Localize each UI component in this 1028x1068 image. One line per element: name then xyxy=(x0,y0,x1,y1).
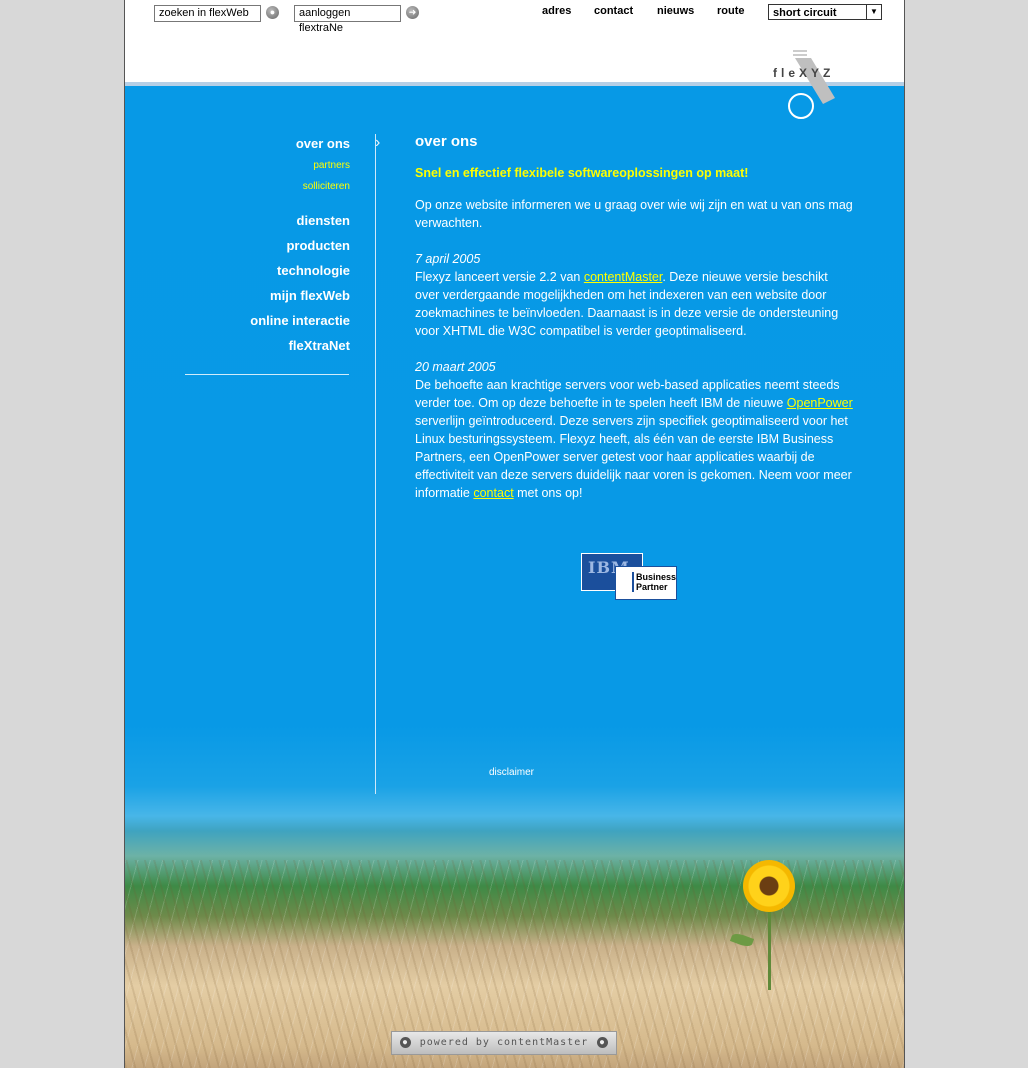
openpower-link[interactable]: OpenPower xyxy=(787,396,853,410)
powered-by-bar[interactable]: ● powered by contentMaster ● xyxy=(391,1031,617,1055)
logo-ring-icon xyxy=(788,93,814,119)
sunflower-image xyxy=(743,860,795,912)
article-body: Op onze website informeren we u graag ov… xyxy=(415,196,855,502)
cm-logo-icon-left: ● xyxy=(400,1037,411,1048)
news-date-2: 20 maart 2005 xyxy=(415,360,496,374)
news2-text-post: met ons op! xyxy=(513,486,583,500)
nav-item-partners[interactable]: partners xyxy=(313,160,350,171)
page-title: over ons xyxy=(415,133,478,150)
toplink-contact[interactable]: contact xyxy=(594,5,633,17)
nav-item-flextranet[interactable]: fleXtraNet xyxy=(289,338,350,353)
news-date-1: 7 april 2005 xyxy=(415,252,481,266)
nav-item-solliciteren[interactable]: solliciteren xyxy=(303,181,350,192)
nav-item-mijn-flexweb[interactable]: mijn flexWeb xyxy=(270,288,350,303)
cm-logo-icon-right: ● xyxy=(597,1037,608,1048)
news-paragraph-1: Flexyz lanceert versie 2.2 van contentMa… xyxy=(415,268,855,340)
quick-select-value: short circuit xyxy=(773,7,837,19)
toplink-route[interactable]: route xyxy=(717,5,745,17)
nav-item-over-ons[interactable]: over ons xyxy=(296,136,350,151)
logo-text: fleXYZ xyxy=(773,66,835,80)
intro-paragraph: Op onze website informeren we u graag ov… xyxy=(415,198,853,230)
nav-item-technologie[interactable]: technologie xyxy=(277,263,350,278)
toplink-adres[interactable]: adres xyxy=(542,5,571,17)
bp-line-1: Business xyxy=(636,572,677,582)
news1-text-pre: Flexyz lanceert versie 2.2 van xyxy=(415,270,584,284)
nav-item-diensten[interactable]: diensten xyxy=(297,213,350,228)
nav-separator xyxy=(185,374,349,375)
sunflower-stem xyxy=(768,910,771,990)
business-partner-badge: Business Partner xyxy=(615,566,677,600)
chevron-right-icon: › xyxy=(375,134,381,151)
page-subtitle: Snel en effectief flexibele softwareoplo… xyxy=(415,166,749,180)
page: zoeken in flexWeb ● aanloggen flextraNe … xyxy=(124,0,905,1068)
login-go-icon[interactable]: ➜ xyxy=(406,6,419,19)
contentmaster-link[interactable]: contentMaster xyxy=(584,270,663,284)
nav-item-online-interactie[interactable]: online interactie xyxy=(250,313,350,328)
quick-select[interactable]: short circuit ▼ xyxy=(768,4,882,20)
bp-line-2: Partner xyxy=(636,582,668,592)
nav-item-producten[interactable]: producten xyxy=(286,238,350,253)
login-input[interactable]: aanloggen flextraNe xyxy=(294,5,401,34)
disclaimer-link[interactable]: disclaimer xyxy=(489,767,534,778)
toplink-nieuws[interactable]: nieuws xyxy=(657,5,694,17)
search-go-icon[interactable]: ● xyxy=(266,6,279,19)
news2-text-pre: De behoefte aan krachtige servers voor w… xyxy=(415,378,840,410)
nav-divider xyxy=(375,134,376,794)
powered-by-text: powered by contentMaster xyxy=(419,1037,589,1048)
search-input[interactable]: zoeken in flexWeb xyxy=(154,5,261,22)
news-paragraph-2: De behoefte aan krachtige servers voor w… xyxy=(415,376,855,502)
contact-link[interactable]: contact xyxy=(473,486,513,500)
chevron-down-icon: ▼ xyxy=(866,5,881,19)
